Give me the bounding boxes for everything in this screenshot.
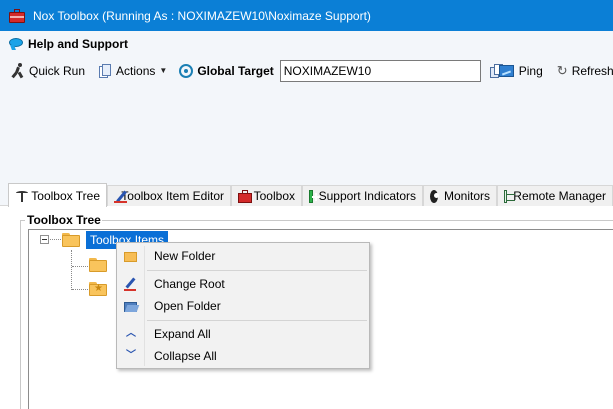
document-icon <box>504 189 517 203</box>
tab-support-indicators[interactable]: Support Indicators <box>302 185 423 206</box>
folder-icon[interactable] <box>89 258 107 272</box>
menu-item-label: Collapse All <box>154 349 217 363</box>
actions-label: Actions <box>116 63 156 78</box>
tab-remote-manager[interactable]: Remote Manager <box>497 185 613 206</box>
tree-connector <box>50 239 61 240</box>
ping-label: Ping <box>518 63 543 78</box>
global-target-input[interactable] <box>279 59 481 82</box>
pages-icon <box>99 63 112 78</box>
tab-label: Toolbox Tree <box>31 188 100 203</box>
menu-item-change-root[interactable]: Change Root <box>119 274 368 294</box>
group-border <box>20 220 21 409</box>
menu-item-label: Expand All <box>154 327 211 341</box>
tab-toolbox[interactable]: Toolbox <box>231 185 302 206</box>
quick-run-label: Quick Run <box>29 63 86 78</box>
group-border <box>20 220 25 221</box>
toolbox-icon <box>238 189 252 203</box>
refresh-icon: ↻ <box>556 62 568 78</box>
gear-icon <box>430 189 439 203</box>
menu-item-expand-all[interactable]: ︿ Expand All <box>119 324 368 344</box>
open-folder-icon <box>123 299 140 313</box>
speech-bubble-icon <box>9 38 23 50</box>
tree-connector <box>72 289 88 290</box>
tree-connector <box>71 250 72 290</box>
panel-title: Toolbox Tree <box>27 213 101 227</box>
plus-icon <box>309 189 319 203</box>
menu-item-label: Open Folder <box>154 299 221 313</box>
tab-monitors[interactable]: Monitors <box>423 185 497 206</box>
chevron-down-icon: ﹀ <box>126 350 136 361</box>
toolbox-app-icon <box>9 8 25 23</box>
tab-label: Support Indicators <box>318 189 416 203</box>
pencil-icon <box>114 190 127 203</box>
ping-icon <box>498 64 514 77</box>
tree-connector <box>72 266 88 267</box>
chevron-up-icon: ︿ <box>126 328 136 339</box>
pencil-icon <box>123 277 139 291</box>
menu-item-open-folder[interactable]: Open Folder <box>119 296 368 316</box>
menu-item-new-folder[interactable]: New Folder <box>119 246 368 266</box>
tab-toolbox-tree[interactable]: Toolbox Tree <box>8 183 107 207</box>
palm-tree-icon <box>15 189 28 202</box>
toolbar: Quick Run Actions ▼ Global Target Ping ↻… <box>0 57 613 84</box>
menu-item-label: New Folder <box>154 249 216 263</box>
tab-toolbox-item-editor[interactable]: Toolbox Item Editor <box>107 185 231 206</box>
title-bar: Nox Toolbox (Running As : NOXIMAZEW10\No… <box>0 0 613 31</box>
tab-label: Remote Manager <box>513 189 606 203</box>
runner-icon <box>11 63 25 79</box>
actions-dropdown-button[interactable]: Actions ▼ <box>96 60 170 82</box>
collapse-toggle-icon[interactable] <box>40 235 49 244</box>
tab-label: Monitors <box>443 189 490 203</box>
dropdown-caret-icon: ▼ <box>159 66 168 75</box>
global-target-group: Global Target <box>178 59 483 82</box>
folder-icon <box>62 233 80 247</box>
folder-icon <box>123 249 139 263</box>
tab-label: Toolbox Item Editor <box>121 189 224 203</box>
window-title: Nox Toolbox (Running As : NOXIMAZEW10\No… <box>33 8 371 23</box>
menu-separator <box>147 270 367 271</box>
target-icon <box>179 63 194 78</box>
menu-bar: Help and Support <box>0 31 613 57</box>
help-and-support-label: Help and Support <box>28 37 128 51</box>
favorites-folder-icon[interactable]: ★ <box>89 282 107 296</box>
menu-item-label: Change Root <box>154 277 225 291</box>
ping-button[interactable]: Ping <box>496 60 546 82</box>
global-target-label: Global Target <box>197 63 274 78</box>
empty-area <box>0 84 613 182</box>
menu-item-collapse-all[interactable]: ﹀ Collapse All <box>119 346 368 366</box>
quick-run-button[interactable]: Quick Run <box>8 60 88 82</box>
refresh-label: Refresh <box>571 63 613 78</box>
tab-label: Toolbox <box>253 189 295 203</box>
menu-separator <box>147 320 367 321</box>
group-border <box>102 220 613 221</box>
tab-strip: Toolbox Tree Toolbox Item Editor Toolbox… <box>0 182 613 207</box>
help-and-support-menu[interactable]: Help and Support <box>9 37 128 51</box>
context-menu: New Folder Change Root Open Folder ︿ Exp… <box>116 242 370 369</box>
refresh-button[interactable]: ↻ Refresh <box>554 60 613 82</box>
